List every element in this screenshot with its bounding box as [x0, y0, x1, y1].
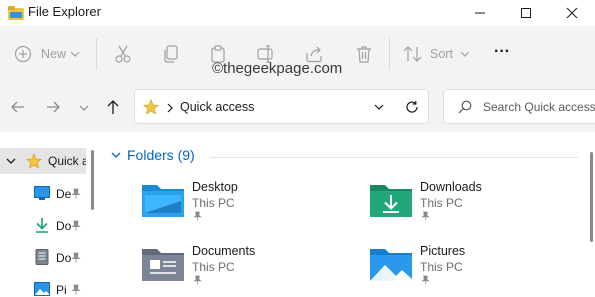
- new-label: New: [41, 47, 67, 61]
- nav-item-documents[interactable]: Do: [34, 248, 86, 268]
- breadcrumb-chevron-icon: [167, 103, 173, 113]
- search-input[interactable]: Search Quick access: [483, 100, 595, 114]
- star-icon: [26, 153, 42, 169]
- nav-item-desktop[interactable]: De: [34, 184, 86, 204]
- pin-icon: [421, 275, 430, 285]
- folder-location: This PC: [420, 196, 463, 210]
- folder-item-desktop[interactable]: Desktop This PC: [140, 178, 340, 224]
- folders-group-header[interactable]: Folders (9): [110, 146, 210, 166]
- watermark-text: ©thegeekpage.com: [212, 60, 343, 77]
- new-button[interactable]: New: [14, 44, 94, 66]
- address-location[interactable]: Quick access: [180, 100, 254, 114]
- search-box[interactable]: Search Quick access: [443, 89, 595, 124]
- more-options-button[interactable]: ···: [490, 40, 514, 64]
- recent-locations-chevron-icon[interactable]: [79, 104, 89, 112]
- sort-icon: [403, 46, 422, 62]
- pictures-icon: [34, 282, 50, 296]
- minimize-button[interactable]: [457, 0, 503, 26]
- folder-location: This PC: [192, 260, 235, 274]
- folder-location: This PC: [192, 196, 235, 210]
- close-icon: [566, 7, 578, 19]
- refresh-icon[interactable]: [405, 100, 419, 114]
- nav-item-quick-access[interactable]: Quick a: [0, 148, 86, 174]
- nav-item-downloads[interactable]: Do: [34, 216, 86, 236]
- pictures-folder-icon: [370, 249, 412, 281]
- folder-item-pictures[interactable]: Pictures This PC: [368, 242, 568, 288]
- maximize-icon: [521, 8, 531, 18]
- navigation-scrollbar[interactable]: [91, 150, 94, 210]
- folder-item-documents[interactable]: Documents This PC: [140, 242, 340, 288]
- file-explorer-app-icon: [8, 6, 24, 20]
- pin-icon: [71, 252, 81, 263]
- downloads-icon: [36, 218, 48, 233]
- maximize-button[interactable]: [503, 0, 549, 26]
- address-bar[interactable]: Quick access: [134, 89, 429, 124]
- delete-icon[interactable]: [354, 44, 374, 64]
- minimize-icon: [475, 12, 485, 14]
- documents-folder-icon: [142, 249, 184, 281]
- collapse-chevron-icon[interactable]: [111, 151, 121, 159]
- pin-icon: [193, 275, 202, 285]
- toolbar-separator: [389, 38, 390, 70]
- folders-group-title: Folders (9): [127, 147, 195, 163]
- documents-icon: [35, 249, 49, 265]
- desktop-icon: [34, 186, 50, 200]
- star-icon: [143, 99, 159, 115]
- pin-icon: [71, 284, 81, 295]
- forward-arrow-icon[interactable]: [45, 99, 61, 115]
- downloads-folder-icon: [370, 185, 412, 217]
- nav-item-label: Do: [56, 219, 72, 233]
- chevron-down-icon: [460, 51, 470, 57]
- sort-button[interactable]: Sort: [403, 44, 483, 66]
- group-divider: [210, 157, 578, 158]
- toolbar-separator: [96, 38, 97, 70]
- nav-item-label: Pi: [56, 283, 67, 297]
- expand-chevron-icon[interactable]: [6, 157, 16, 165]
- copy-icon[interactable]: [161, 44, 181, 64]
- search-icon: [458, 100, 472, 114]
- folder-name: Downloads: [420, 180, 482, 194]
- desktop-folder-icon: [142, 185, 184, 217]
- cut-icon[interactable]: [113, 44, 133, 64]
- chevron-down-icon: [70, 51, 80, 57]
- folder-location: This PC: [420, 260, 463, 274]
- address-dropdown-icon[interactable]: [374, 103, 384, 111]
- nav-item-label: Quick a: [48, 154, 86, 168]
- nav-item-label: De: [56, 187, 72, 201]
- content-scrollbar[interactable]: [590, 152, 593, 242]
- plus-circle-icon: [14, 45, 32, 63]
- nav-item-pictures[interactable]: Pi: [34, 280, 86, 297]
- nav-item-label: Do: [56, 251, 72, 265]
- folder-name: Documents: [192, 244, 256, 258]
- sort-label: Sort: [430, 47, 453, 61]
- folder-item-downloads[interactable]: Downloads This PC: [368, 178, 568, 224]
- pin-icon: [71, 188, 81, 199]
- pin-icon: [193, 211, 202, 221]
- folder-name: Desktop: [192, 180, 238, 194]
- close-button[interactable]: [549, 0, 595, 26]
- folder-name: Pictures: [420, 244, 466, 258]
- window-title: File Explorer: [28, 4, 101, 19]
- up-arrow-icon[interactable]: [105, 99, 121, 115]
- back-arrow-icon[interactable]: [10, 99, 26, 115]
- pin-icon: [71, 220, 81, 231]
- pin-icon: [421, 211, 430, 221]
